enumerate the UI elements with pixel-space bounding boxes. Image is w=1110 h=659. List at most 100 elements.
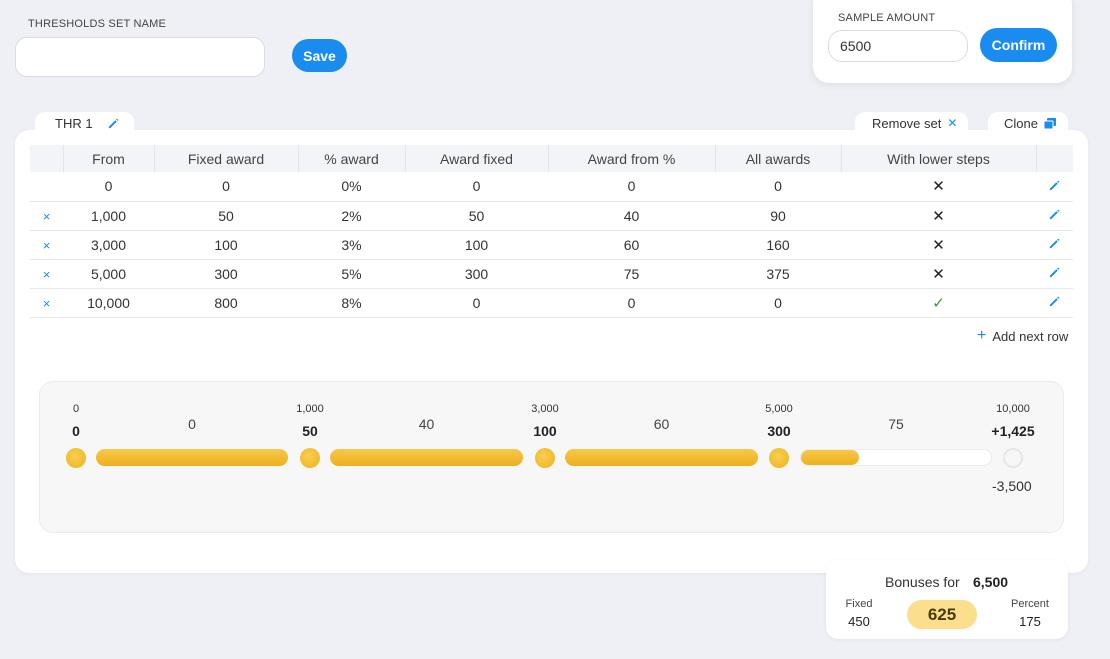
threshold-award-label: +1,425 xyxy=(991,423,1035,439)
set-name-input[interactable] xyxy=(15,37,265,77)
row-delete-cell: × xyxy=(30,288,63,318)
segment-percent-award: 0 xyxy=(188,416,196,432)
delete-row-icon[interactable]: × xyxy=(43,267,51,282)
cell-pct-award: 0% xyxy=(298,172,405,202)
cell-award-from-pct: 75 xyxy=(548,259,715,289)
cell-award-from-pct: 40 xyxy=(548,201,715,231)
cell-fixed-award: 0 xyxy=(154,172,298,202)
threshold-award-label: 0 xyxy=(72,423,80,439)
confirm-button[interactable]: Confirm xyxy=(980,28,1057,62)
threshold-award-label: 300 xyxy=(767,423,791,439)
cross-icon: ✕ xyxy=(932,178,945,196)
clone-label: Clone xyxy=(1004,115,1038,131)
tab-thr-1[interactable]: THR 1 xyxy=(35,112,134,134)
bonus-total: 625 xyxy=(907,600,977,629)
cell-from: 5,000 xyxy=(63,259,154,289)
cell-from: 1,000 xyxy=(63,201,154,231)
threshold-from-label: 3,000 xyxy=(531,403,559,415)
percent-value: 175 xyxy=(1019,614,1041,629)
col-header-with-lower-steps: With lower steps xyxy=(841,145,1037,172)
copy-icon xyxy=(1043,117,1056,129)
threshold-from-label: 5,000 xyxy=(765,403,793,415)
col-header-edit xyxy=(1036,145,1073,172)
threshold-from-label: 10,000 xyxy=(996,403,1030,415)
remove-set-label: Remove set xyxy=(872,115,942,131)
sample-amount-input[interactable] xyxy=(828,30,968,62)
progress-bar-fill xyxy=(801,450,859,465)
cell-award-fixed: 0 xyxy=(405,172,548,202)
cell-award-fixed: 0 xyxy=(405,288,548,318)
table-row: × 3,000 100 3% 100 60 160 ✕ xyxy=(30,230,1073,260)
cell-fixed-award: 100 xyxy=(154,230,298,260)
pencil-icon[interactable] xyxy=(107,117,120,130)
thresholds-table: From Fixed award % award Award fixed Awa… xyxy=(30,145,1073,318)
cell-with-lower-steps: ✕ xyxy=(841,172,1036,202)
row-edit-cell xyxy=(1036,230,1073,260)
cross-icon: ✕ xyxy=(932,265,945,283)
fixed-label: Fixed xyxy=(845,598,873,610)
threshold-award-label: 100 xyxy=(533,423,557,439)
col-header-delete xyxy=(30,145,64,172)
cell-award-from-pct: 0 xyxy=(548,288,715,318)
cell-with-lower-steps: ✕ xyxy=(841,230,1036,260)
row-edit-cell xyxy=(1036,288,1073,318)
threshold-from-label: 1,000 xyxy=(296,403,324,415)
delete-row-icon[interactable]: × xyxy=(43,296,51,311)
cell-from: 10,000 xyxy=(63,288,154,318)
segment-percent-award: 40 xyxy=(418,416,435,432)
cross-icon: ✕ xyxy=(932,207,945,225)
cell-fixed-award: 300 xyxy=(154,259,298,289)
row-edit-cell xyxy=(1036,259,1073,289)
pencil-icon[interactable] xyxy=(1048,237,1061,253)
cell-all-awards: 0 xyxy=(715,288,841,318)
bonus-for-amount: 6,500 xyxy=(973,574,1009,590)
pencil-icon[interactable] xyxy=(1048,179,1061,195)
row-edit-cell xyxy=(1036,172,1073,202)
add-next-row-label: Add next row xyxy=(992,328,1069,344)
threshold-from-label: 0 xyxy=(72,403,80,415)
progress-bar-full xyxy=(565,449,758,466)
row-edit-cell xyxy=(1036,201,1073,231)
pencil-icon[interactable] xyxy=(1048,295,1061,311)
segment-percent-award: 60 xyxy=(653,416,670,432)
progress-bar-full xyxy=(330,449,523,466)
delete-row-icon[interactable]: × xyxy=(43,238,51,253)
threshold-dot xyxy=(66,448,86,468)
bonus-for-label: Bonuses for xyxy=(885,574,960,590)
col-header-all-awards: All awards xyxy=(715,145,842,172)
cell-pct-award: 3% xyxy=(298,230,405,260)
threshold-dot xyxy=(535,448,555,468)
save-button[interactable]: Save xyxy=(292,39,347,72)
pencil-icon[interactable] xyxy=(1048,266,1061,282)
table-row: × 10,000 800 8% 0 0 0 ✓ xyxy=(30,288,1073,318)
cell-with-lower-steps: ✕ xyxy=(841,259,1036,289)
set-name-label: THRESHOLDS SET NAME xyxy=(28,18,167,30)
cell-award-from-pct: 60 xyxy=(548,230,715,260)
cell-award-fixed: 50 xyxy=(405,201,548,231)
cell-from: 0 xyxy=(63,172,154,202)
cross-icon: ✕ xyxy=(932,236,945,254)
delete-row-icon[interactable]: × xyxy=(43,209,51,224)
threshold-dot xyxy=(300,448,320,468)
cell-from: 3,000 xyxy=(63,230,154,260)
table-row: 0 0 0% 0 0 0 ✕ xyxy=(30,172,1073,202)
col-header-fixed-award: Fixed award xyxy=(154,145,299,172)
remaining-to-next: -3,500 xyxy=(992,478,1032,494)
row-delete-cell: × xyxy=(30,230,63,260)
col-header-award-from-pct: Award from % xyxy=(548,145,716,172)
col-header-pct-award: % award xyxy=(298,145,406,172)
tab-thr-label: THR 1 xyxy=(55,115,93,131)
cell-fixed-award: 800 xyxy=(154,288,298,318)
threshold-dot xyxy=(769,448,789,468)
fixed-value: 450 xyxy=(848,614,870,629)
remove-set-button[interactable]: Remove set ✕ xyxy=(855,112,968,134)
cell-with-lower-steps: ✕ xyxy=(841,201,1036,231)
cell-with-lower-steps: ✓ xyxy=(841,288,1036,318)
row-delete-cell xyxy=(30,172,63,202)
pencil-icon[interactable] xyxy=(1048,208,1061,224)
add-next-row-button[interactable]: + Add next row xyxy=(977,327,1068,345)
cell-award-from-pct: 0 xyxy=(548,172,715,202)
clone-button[interactable]: Clone xyxy=(988,112,1068,134)
percent-label: Percent xyxy=(1011,598,1049,610)
table-header-row: From Fixed award % award Award fixed Awa… xyxy=(30,145,1073,172)
